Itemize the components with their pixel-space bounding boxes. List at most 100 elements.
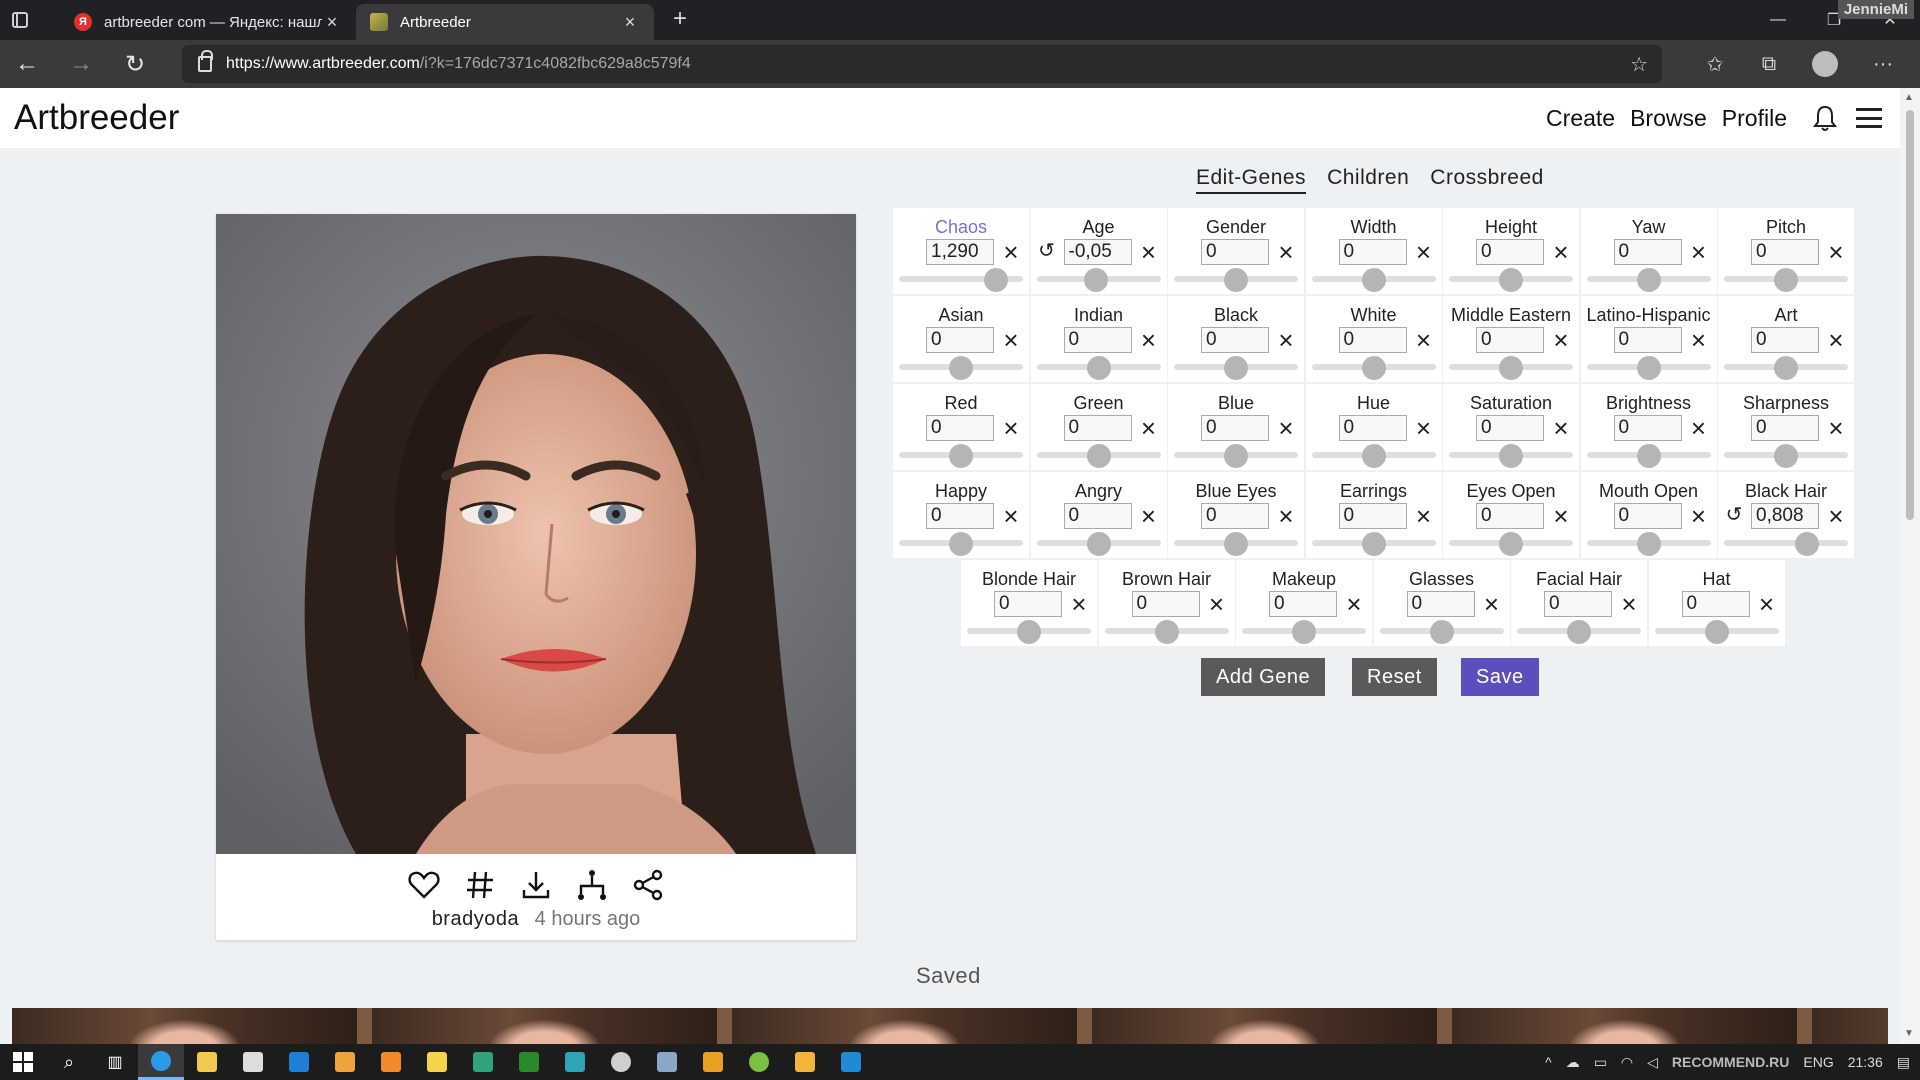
share-icon[interactable] (630, 867, 666, 903)
gene-slider-handle[interactable] (1774, 268, 1798, 292)
gene-value-input[interactable] (926, 327, 994, 353)
remove-gene-icon[interactable]: × (1824, 238, 1848, 266)
gene-value-input[interactable] (1613, 503, 1682, 529)
forward-icon[interactable]: → (54, 40, 108, 88)
gene-slider-handle[interactable] (1361, 268, 1386, 292)
remove-gene-icon[interactable]: × (1687, 326, 1711, 354)
app-bolt-icon[interactable] (690, 1044, 736, 1080)
gene-slider-handle[interactable] (949, 444, 973, 468)
gene-slider-handle[interactable] (1086, 444, 1111, 468)
scroll-down-icon[interactable]: ▼ (1904, 1028, 1914, 1039)
menu-icon[interactable] (1856, 108, 1882, 128)
reset-gene-icon[interactable]: ↺ (1037, 241, 1057, 261)
gene-value-input[interactable] (1338, 415, 1407, 441)
gene-slider-handle[interactable] (1774, 444, 1798, 468)
remove-gene-icon[interactable]: × (1274, 238, 1298, 266)
gene-slider-handle[interactable] (1499, 268, 1523, 292)
hash-icon[interactable] (462, 867, 498, 903)
gene-slider-handle[interactable] (1361, 532, 1386, 556)
gene-value-input[interactable] (1201, 239, 1269, 265)
gene-slider-track[interactable] (1724, 540, 1848, 546)
child-thumbnail[interactable] (372, 1008, 732, 1044)
gene-slider-handle[interactable] (1567, 620, 1591, 644)
close-tab-icon[interactable]: × (322, 12, 342, 33)
gene-value-input[interactable] (1476, 415, 1544, 441)
app-green-icon[interactable] (460, 1044, 506, 1080)
reset-gene-icon[interactable]: ↺ (1724, 505, 1744, 525)
remove-gene-icon[interactable]: × (1617, 590, 1641, 618)
gene-slider-handle[interactable] (1224, 444, 1248, 468)
tab-actions-button[interactable] (0, 0, 40, 40)
calculator-icon[interactable] (644, 1044, 690, 1080)
gene-value-input[interactable] (1063, 415, 1132, 441)
refresh-icon[interactable]: ↻ (108, 40, 162, 88)
mail-icon[interactable] (276, 1044, 322, 1080)
gene-slider-handle[interactable] (1704, 620, 1729, 644)
remove-gene-icon[interactable]: × (1412, 238, 1436, 266)
gene-slider-handle[interactable] (1636, 268, 1661, 292)
tab-crossbreed[interactable]: Crossbreed (1430, 166, 1544, 194)
app-blue-icon[interactable] (828, 1044, 874, 1080)
volume-icon[interactable]: ◁ (1647, 1054, 1658, 1071)
gene-value-input[interactable] (1613, 239, 1682, 265)
gene-value-input[interactable] (1613, 327, 1682, 353)
portrait-image[interactable] (216, 214, 856, 854)
store-icon[interactable] (230, 1044, 276, 1080)
gene-value-input[interactable] (1063, 503, 1132, 529)
gene-slider-handle[interactable] (1499, 532, 1523, 556)
remove-gene-icon[interactable]: × (1687, 238, 1711, 266)
address-bar[interactable]: https://www.artbreeder.com/i?k=176dc7371… (182, 45, 1662, 83)
gene-slider-handle[interactable] (1086, 356, 1111, 380)
child-thumbnail[interactable] (1812, 1008, 1888, 1044)
remove-gene-icon[interactable]: × (1412, 502, 1436, 530)
tab-children[interactable]: Children (1327, 166, 1409, 194)
gene-value-input[interactable] (1476, 327, 1544, 353)
app-a-icon[interactable] (782, 1044, 828, 1080)
gene-slider-handle[interactable] (1084, 268, 1109, 292)
bell-icon[interactable] (1812, 104, 1838, 132)
child-thumbnail[interactable] (1452, 1008, 1812, 1044)
browser-tab-artbreeder[interactable]: Artbreeder × (356, 4, 654, 40)
nav-browse[interactable]: Browse (1630, 105, 1707, 132)
app-p1-icon[interactable] (322, 1044, 368, 1080)
gene-slider-handle[interactable] (1224, 268, 1248, 292)
gene-slider-handle[interactable] (983, 268, 1008, 292)
add-favorite-icon[interactable]: ☆ (1630, 52, 1648, 77)
remove-gene-icon[interactable]: × (999, 326, 1023, 354)
gene-value-input[interactable] (1751, 239, 1819, 265)
back-icon[interactable]: ← (0, 40, 54, 88)
profile-avatar-icon[interactable] (1798, 40, 1852, 88)
remove-gene-icon[interactable]: × (1137, 414, 1161, 442)
gene-value-input[interactable] (1338, 327, 1407, 353)
remove-gene-icon[interactable]: × (1755, 590, 1779, 618)
remove-gene-icon[interactable]: × (1549, 326, 1573, 354)
tab-edit-genes[interactable]: Edit-Genes (1196, 166, 1307, 194)
gene-value-input[interactable] (1338, 503, 1407, 529)
heart-icon[interactable] (406, 867, 442, 903)
remove-gene-icon[interactable]: × (1067, 590, 1091, 618)
remove-gene-icon[interactable]: × (1687, 502, 1711, 530)
app-leaf-icon[interactable] (736, 1044, 782, 1080)
gene-slider-handle[interactable] (949, 532, 973, 556)
gene-slider-handle[interactable] (1292, 620, 1316, 644)
gene-slider-handle[interactable] (1774, 356, 1798, 380)
gene-value-input[interactable] (1063, 239, 1132, 265)
add-gene-button[interactable]: Add Gene (1201, 658, 1326, 696)
remove-gene-icon[interactable]: × (1205, 590, 1229, 618)
remove-gene-icon[interactable]: × (1137, 326, 1161, 354)
remove-gene-icon[interactable]: × (1824, 502, 1848, 530)
gene-slider-handle[interactable] (1224, 356, 1248, 380)
task-view-icon[interactable]: ▥ (92, 1044, 138, 1080)
nav-profile[interactable]: Profile (1722, 105, 1787, 132)
remove-gene-icon[interactable]: × (1274, 326, 1298, 354)
remove-gene-icon[interactable]: × (1824, 414, 1848, 442)
gene-value-input[interactable] (926, 239, 994, 265)
gene-slider-handle[interactable] (1795, 532, 1820, 556)
remove-gene-icon[interactable]: × (999, 414, 1023, 442)
gene-value-input[interactable] (1201, 503, 1269, 529)
gene-slider-handle[interactable] (1086, 532, 1111, 556)
app-torrent-icon[interactable] (506, 1044, 552, 1080)
gene-slider-handle[interactable] (1154, 620, 1179, 644)
cloud-icon[interactable]: ☁ (1566, 1054, 1580, 1071)
remove-gene-icon[interactable]: × (1549, 238, 1573, 266)
